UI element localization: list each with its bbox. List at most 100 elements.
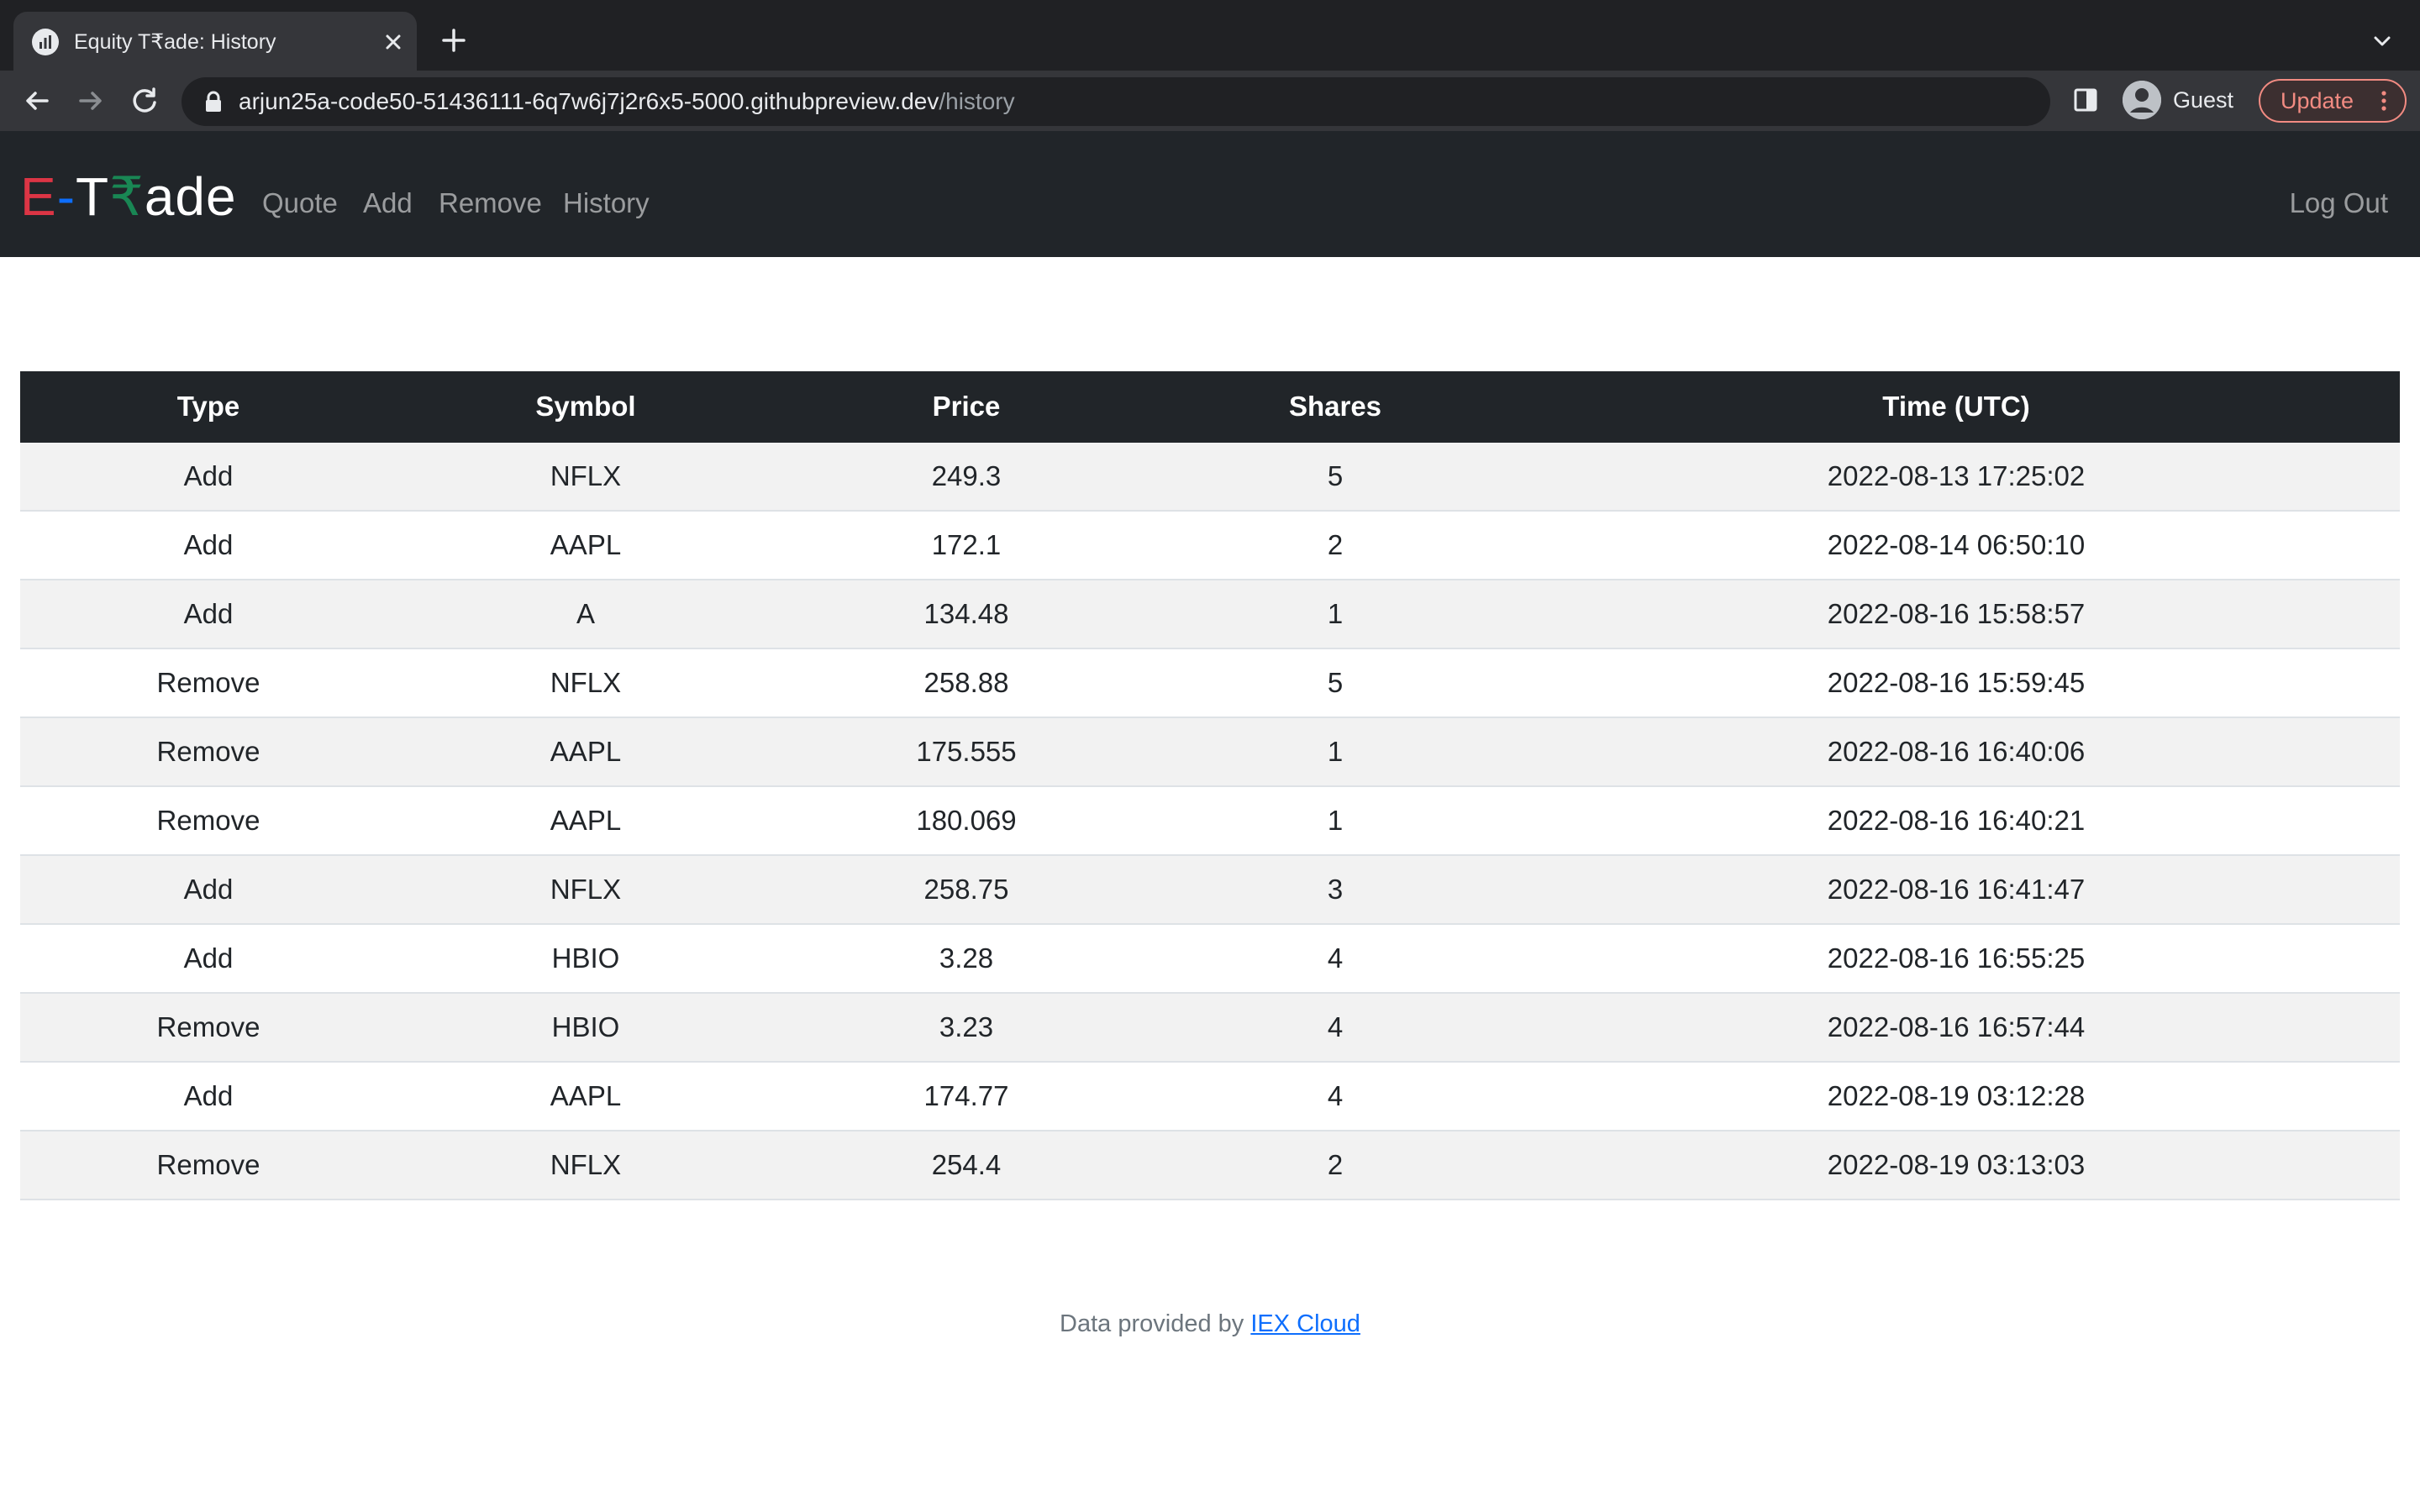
footer: Data provided by IEX Cloud xyxy=(0,1309,2420,1339)
browser-tab-active[interactable]: Equity T₹ade: History xyxy=(13,12,417,71)
brand-letter-e: E xyxy=(20,166,57,227)
cell-time: 2022-08-14 06:50:10 xyxy=(1512,511,2400,580)
cell-shares: 3 xyxy=(1158,855,1512,925)
table-row: Remove AAPL 175.555 1 2022-08-16 16:40:06 xyxy=(20,717,2400,787)
profile-label[interactable]: Guest xyxy=(2173,86,2233,114)
brand-dash: - xyxy=(56,166,76,227)
cell-shares: 4 xyxy=(1158,993,1512,1063)
browser-toolbar: arjun25a-code50-51436111-6q7w6j7j2r6x5-5… xyxy=(0,71,2420,131)
brand-letters-ade: ade xyxy=(144,166,237,227)
table-header-row: Type Symbol Price Shares Time (UTC) xyxy=(20,371,2400,443)
table-body: Add NFLX 249.3 5 2022-08-13 17:25:02 Add AAPL 1… xyxy=(20,442,2400,1200)
table-row: Add HBIO 3.28 4 2022-08-16 16:55:25 xyxy=(20,924,2400,994)
cell-symbol: AAPL xyxy=(397,786,775,856)
cell-type: Add xyxy=(20,855,397,925)
cell-price: 134.48 xyxy=(775,580,1158,649)
table-row: Add AAPL 172.1 2 2022-08-14 06:50:10 xyxy=(20,511,2400,580)
address-bar[interactable]: arjun25a-code50-51436111-6q7w6j7j2r6x5-5… xyxy=(182,77,2050,126)
cell-type: Add xyxy=(20,580,397,649)
cell-price: 258.88 xyxy=(775,648,1158,718)
table-row: Add NFLX 249.3 5 2022-08-13 17:25:02 xyxy=(20,442,2400,512)
brand-rupee: ₹ xyxy=(109,166,145,227)
nav-link-remove[interactable]: Remove xyxy=(439,186,542,220)
cell-shares: 4 xyxy=(1158,924,1512,994)
cell-shares: 2 xyxy=(1158,1131,1512,1200)
table-row: Remove NFLX 254.4 2 2022-08-19 03:13:03 xyxy=(20,1131,2400,1200)
cell-time: 2022-08-13 17:25:02 xyxy=(1512,442,2400,512)
cell-symbol: HBIO xyxy=(397,993,775,1063)
column-header-shares: Shares xyxy=(1158,371,1512,443)
cell-price: 3.28 xyxy=(775,924,1158,994)
cell-symbol: AAPL xyxy=(397,1062,775,1131)
cell-symbol: A xyxy=(397,580,775,649)
brand-letter-t: T xyxy=(76,166,110,227)
cell-price: 180.069 xyxy=(775,786,1158,856)
cell-type: Add xyxy=(20,924,397,994)
tab-search-chevron-icon[interactable] xyxy=(2368,27,2396,55)
cell-price: 249.3 xyxy=(775,442,1158,512)
cell-shares: 5 xyxy=(1158,442,1512,512)
footer-text: Data provided by xyxy=(1060,1310,1251,1337)
cell-type: Remove xyxy=(20,1131,397,1200)
column-header-symbol: Symbol xyxy=(397,371,775,443)
table-row: Add A 134.48 1 2022-08-16 15:58:57 xyxy=(20,580,2400,649)
cell-symbol: AAPL xyxy=(397,511,775,580)
nav-link-add[interactable]: Add xyxy=(363,186,413,220)
lock-icon[interactable] xyxy=(203,91,224,113)
history-table: Type Symbol Price Shares Time (UTC) Add N… xyxy=(20,371,2400,1200)
cell-price: 175.555 xyxy=(775,717,1158,787)
cell-type: Remove xyxy=(20,648,397,718)
app-navbar: E-T₹ade Quote Add Remove History Log Out xyxy=(0,131,2420,257)
tab-title: Equity T₹ade: History xyxy=(74,30,276,54)
cell-time: 2022-08-16 15:58:57 xyxy=(1512,580,2400,649)
cell-price: 174.77 xyxy=(775,1062,1158,1131)
cell-symbol: HBIO xyxy=(397,924,775,994)
nav-link-logout[interactable]: Log Out xyxy=(2290,186,2388,220)
reload-icon[interactable] xyxy=(126,82,163,119)
cell-shares: 5 xyxy=(1158,648,1512,718)
cell-type: Remove xyxy=(20,717,397,787)
iex-cloud-link[interactable]: IEX Cloud xyxy=(1250,1310,1360,1337)
cell-symbol: NFLX xyxy=(397,648,775,718)
forward-arrow-icon[interactable] xyxy=(72,82,109,119)
cell-symbol: NFLX xyxy=(397,855,775,925)
cell-symbol: AAPL xyxy=(397,717,775,787)
more-vertical-icon[interactable] xyxy=(2378,87,2390,114)
column-header-price: Price xyxy=(775,371,1158,443)
cell-time: 2022-08-16 16:55:25 xyxy=(1512,924,2400,994)
table-header: Type Symbol Price Shares Time (UTC) xyxy=(20,371,2400,443)
update-button[interactable]: Update xyxy=(2259,79,2407,123)
brand-logo[interactable]: E-T₹ade xyxy=(20,170,237,223)
table-row: Add AAPL 174.77 4 2022-08-19 03:12:28 xyxy=(20,1062,2400,1131)
close-tab-icon[interactable] xyxy=(378,27,408,57)
column-header-type: Type xyxy=(20,371,397,443)
url-path: /history xyxy=(939,88,1015,114)
side-panel-icon[interactable] xyxy=(2072,86,2099,114)
cell-time: 2022-08-19 03:13:03 xyxy=(1512,1131,2400,1200)
new-tab-plus-icon[interactable] xyxy=(435,22,472,59)
cell-price: 172.1 xyxy=(775,511,1158,580)
table-row: Remove HBIO 3.23 4 2022-08-16 16:57:44 xyxy=(20,993,2400,1063)
profile-avatar-icon[interactable] xyxy=(2123,81,2161,119)
cell-price: 3.23 xyxy=(775,993,1158,1063)
chart-favicon-icon xyxy=(32,29,59,55)
cell-type: Add xyxy=(20,1062,397,1131)
cell-type: Remove xyxy=(20,993,397,1063)
back-arrow-icon[interactable] xyxy=(18,82,55,119)
url-host: arjun25a-code50-51436111-6q7w6j7j2r6x5-5… xyxy=(239,88,939,114)
cell-shares: 2 xyxy=(1158,511,1512,580)
nav-link-quote[interactable]: Quote xyxy=(262,186,338,220)
update-button-label: Update xyxy=(2281,88,2354,113)
cell-type: Add xyxy=(20,511,397,580)
cell-shares: 1 xyxy=(1158,717,1512,787)
cell-price: 258.75 xyxy=(775,855,1158,925)
table-row: Remove AAPL 180.069 1 2022-08-16 16:40:21 xyxy=(20,786,2400,856)
cell-time: 2022-08-16 16:40:21 xyxy=(1512,786,2400,856)
cell-time: 2022-08-16 16:57:44 xyxy=(1512,993,2400,1063)
cell-time: 2022-08-16 15:59:45 xyxy=(1512,648,2400,718)
nav-link-history[interactable]: History xyxy=(563,186,650,220)
cell-price: 254.4 xyxy=(775,1131,1158,1200)
cell-shares: 1 xyxy=(1158,786,1512,856)
cell-symbol: NFLX xyxy=(397,1131,775,1200)
table-row: Add NFLX 258.75 3 2022-08-16 16:41:47 xyxy=(20,855,2400,925)
